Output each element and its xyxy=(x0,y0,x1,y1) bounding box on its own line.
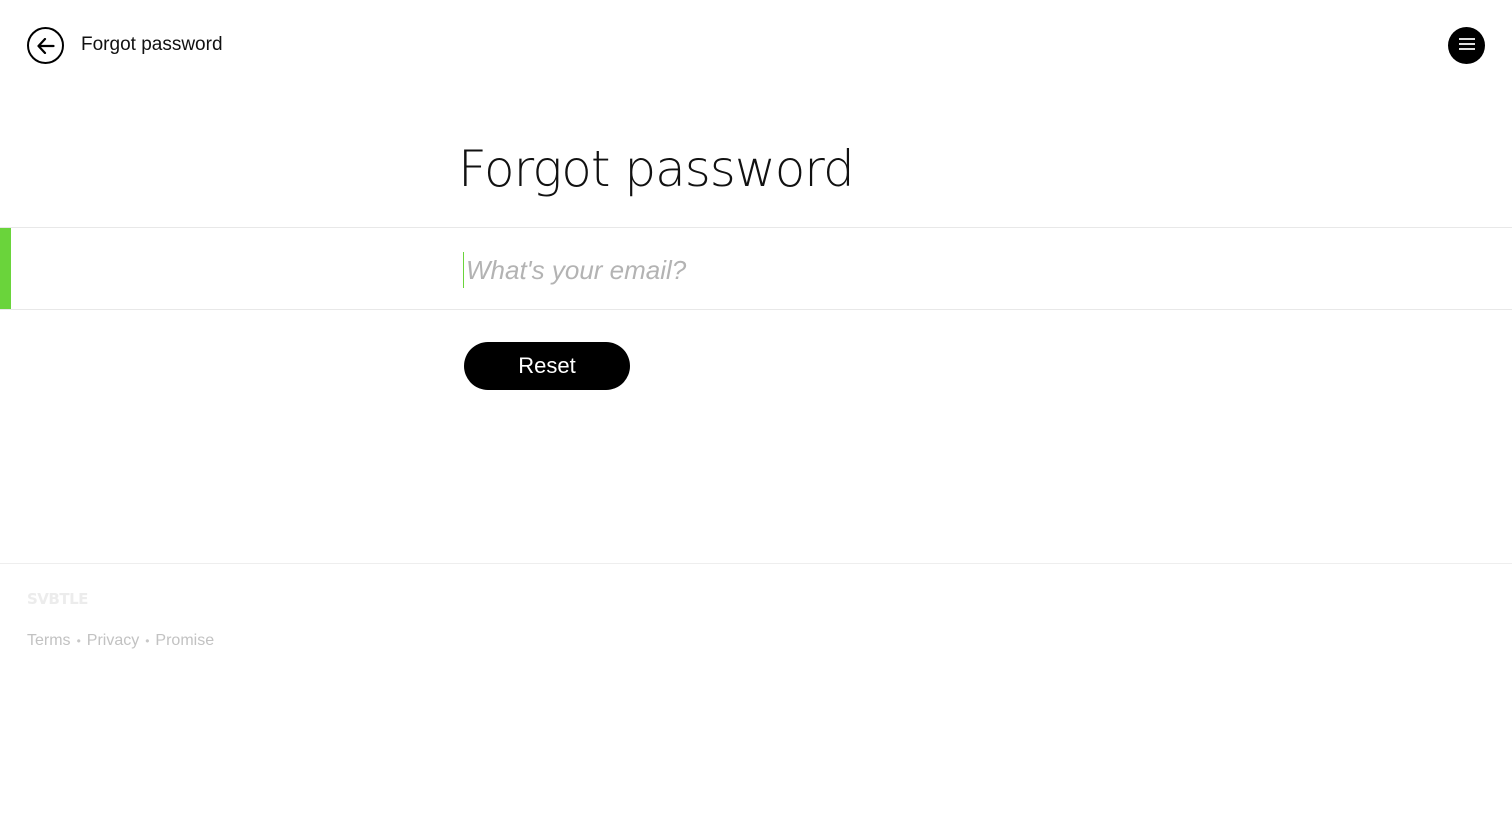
arrow-left-icon xyxy=(36,37,55,54)
header-title: Forgot password xyxy=(81,34,223,55)
privacy-link[interactable]: Privacy xyxy=(87,632,139,650)
email-input[interactable] xyxy=(463,252,1363,288)
focus-indicator xyxy=(0,228,11,309)
menu-button[interactable] xyxy=(1448,27,1485,64)
email-field-row xyxy=(0,227,1512,310)
footer-logo[interactable]: SVBTLE xyxy=(27,590,88,608)
top-bar: Forgot password xyxy=(0,0,1512,90)
page-title: Forgot password xyxy=(458,140,855,198)
terms-link[interactable]: Terms xyxy=(27,632,71,650)
promise-link[interactable]: Promise xyxy=(155,632,214,650)
footer-links: Terms • Privacy • Promise xyxy=(27,632,214,650)
back-button[interactable] xyxy=(27,27,64,64)
footer: SVBTLE Terms • Privacy • Promise xyxy=(0,563,1512,814)
footer-separator: • xyxy=(76,634,81,648)
hamburger-menu-icon xyxy=(1458,37,1475,55)
footer-separator: • xyxy=(145,634,150,648)
reset-button[interactable]: Reset xyxy=(464,342,630,390)
